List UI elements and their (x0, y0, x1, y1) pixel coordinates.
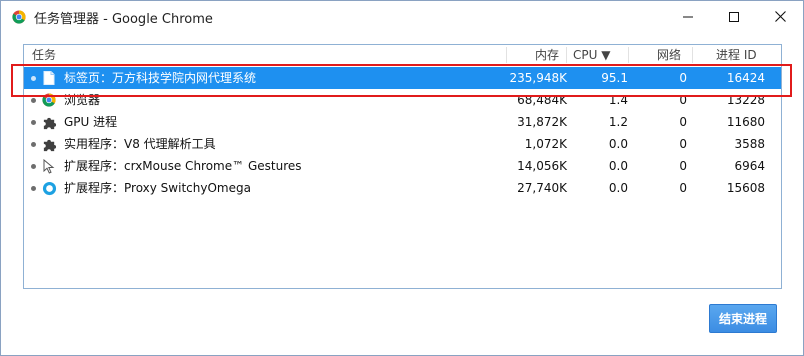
table-row-selected[interactable]: 标签页：万方科技学院内网代理系统 235,948K 95.1 0 16424 (24, 67, 781, 89)
cpu-value: 0.0 (608, 159, 628, 173)
column-divider[interactable] (506, 47, 507, 63)
status-dot (31, 98, 36, 103)
process-name: 标签页：万方科技学院内网代理系统 (64, 71, 257, 85)
proxy-switchyomega-icon (41, 180, 57, 196)
cpu-value: 1.4 (608, 93, 628, 107)
network-value: 0 (679, 159, 687, 173)
network-value: 0 (679, 93, 687, 107)
process-id-value: 16424 (726, 71, 765, 85)
network-value: 0 (679, 115, 687, 129)
memory-value: 68,484K (517, 93, 567, 107)
column-memory-header[interactable]: 内存 (535, 45, 559, 65)
network-value: 0 (679, 137, 687, 151)
process-name: GPU 进程 (64, 115, 118, 129)
memory-value: 31,872K (517, 115, 567, 129)
process-name: 实用程序：V8 代理解析工具 (64, 137, 216, 151)
minimize-icon (683, 16, 693, 17)
status-dot (31, 120, 36, 125)
task-manager-window: 任务管理器 - Google Chrome 任务 内存 CPU ▼ 网络 进程 … (0, 0, 804, 356)
cpu-value: 95.1 (601, 71, 628, 85)
table-row[interactable]: 实用程序：V8 代理解析工具 1,072K 0.0 0 3588 (24, 133, 781, 155)
column-divider[interactable] (692, 47, 693, 63)
close-button[interactable] (757, 1, 803, 32)
column-process-id-header[interactable]: 进程 ID (716, 45, 757, 65)
process-name: 浏览器 (64, 93, 101, 107)
memory-value: 235,948K (509, 71, 568, 85)
table-header: 任务 内存 CPU ▼ 网络 进程 ID (24, 45, 781, 66)
process-id-value: 3588 (734, 137, 765, 151)
memory-value: 14,056K (517, 159, 567, 173)
memory-value: 1,072K (524, 137, 567, 151)
close-icon (774, 11, 786, 22)
page-icon (41, 70, 57, 86)
process-id-value: 15608 (726, 181, 765, 195)
process-id-value: 11680 (726, 115, 765, 129)
table-row[interactable]: 浏览器 68,484K 1.4 0 13228 (24, 89, 781, 111)
table-row[interactable]: 扩展程序：crxMouse Chrome™ Gestures 14,056K 0… (24, 155, 781, 177)
end-process-button[interactable]: 结束进程 (709, 304, 777, 333)
process-id-value: 6964 (734, 159, 765, 173)
network-value: 0 (679, 71, 687, 85)
chrome-icon (12, 10, 26, 24)
minimize-button[interactable] (665, 1, 711, 32)
status-dot (31, 164, 36, 169)
table-row[interactable]: 扩展程序：Proxy SwitchyOmega 27,740K 0.0 0 15… (24, 177, 781, 199)
cpu-value: 1.2 (608, 115, 628, 129)
cursor-icon (41, 158, 57, 174)
status-dot (31, 142, 36, 147)
process-name: 扩展程序：crxMouse Chrome™ Gestures (64, 159, 302, 173)
network-value: 0 (679, 181, 687, 195)
process-name: 扩展程序：Proxy SwitchyOmega (64, 181, 251, 195)
maximize-icon (729, 11, 739, 22)
memory-value: 27,740K (517, 181, 567, 195)
column-network-header[interactable]: 网络 (657, 45, 681, 65)
process-table: 任务 内存 CPU ▼ 网络 进程 ID 标签页：万方科技学院内网代理系统 23… (23, 44, 782, 289)
chrome-icon (41, 92, 57, 108)
column-divider[interactable] (628, 47, 629, 63)
puzzle-icon (41, 114, 57, 130)
title-bar[interactable]: 任务管理器 - Google Chrome (1, 1, 803, 33)
puzzle-icon (41, 136, 57, 152)
maximize-button[interactable] (711, 1, 757, 32)
status-dot (31, 76, 36, 81)
table-row[interactable]: GPU 进程 31,872K 1.2 0 11680 (24, 111, 781, 133)
column-divider[interactable] (566, 47, 567, 63)
status-dot (31, 186, 36, 191)
cpu-value: 0.0 (608, 137, 628, 151)
column-task-header[interactable]: 任务 (32, 45, 56, 65)
process-id-value: 13228 (726, 93, 765, 107)
window-title: 任务管理器 - Google Chrome (34, 12, 213, 27)
cpu-value: 0.0 (608, 181, 628, 195)
column-cpu-header[interactable]: CPU ▼ (573, 45, 610, 65)
